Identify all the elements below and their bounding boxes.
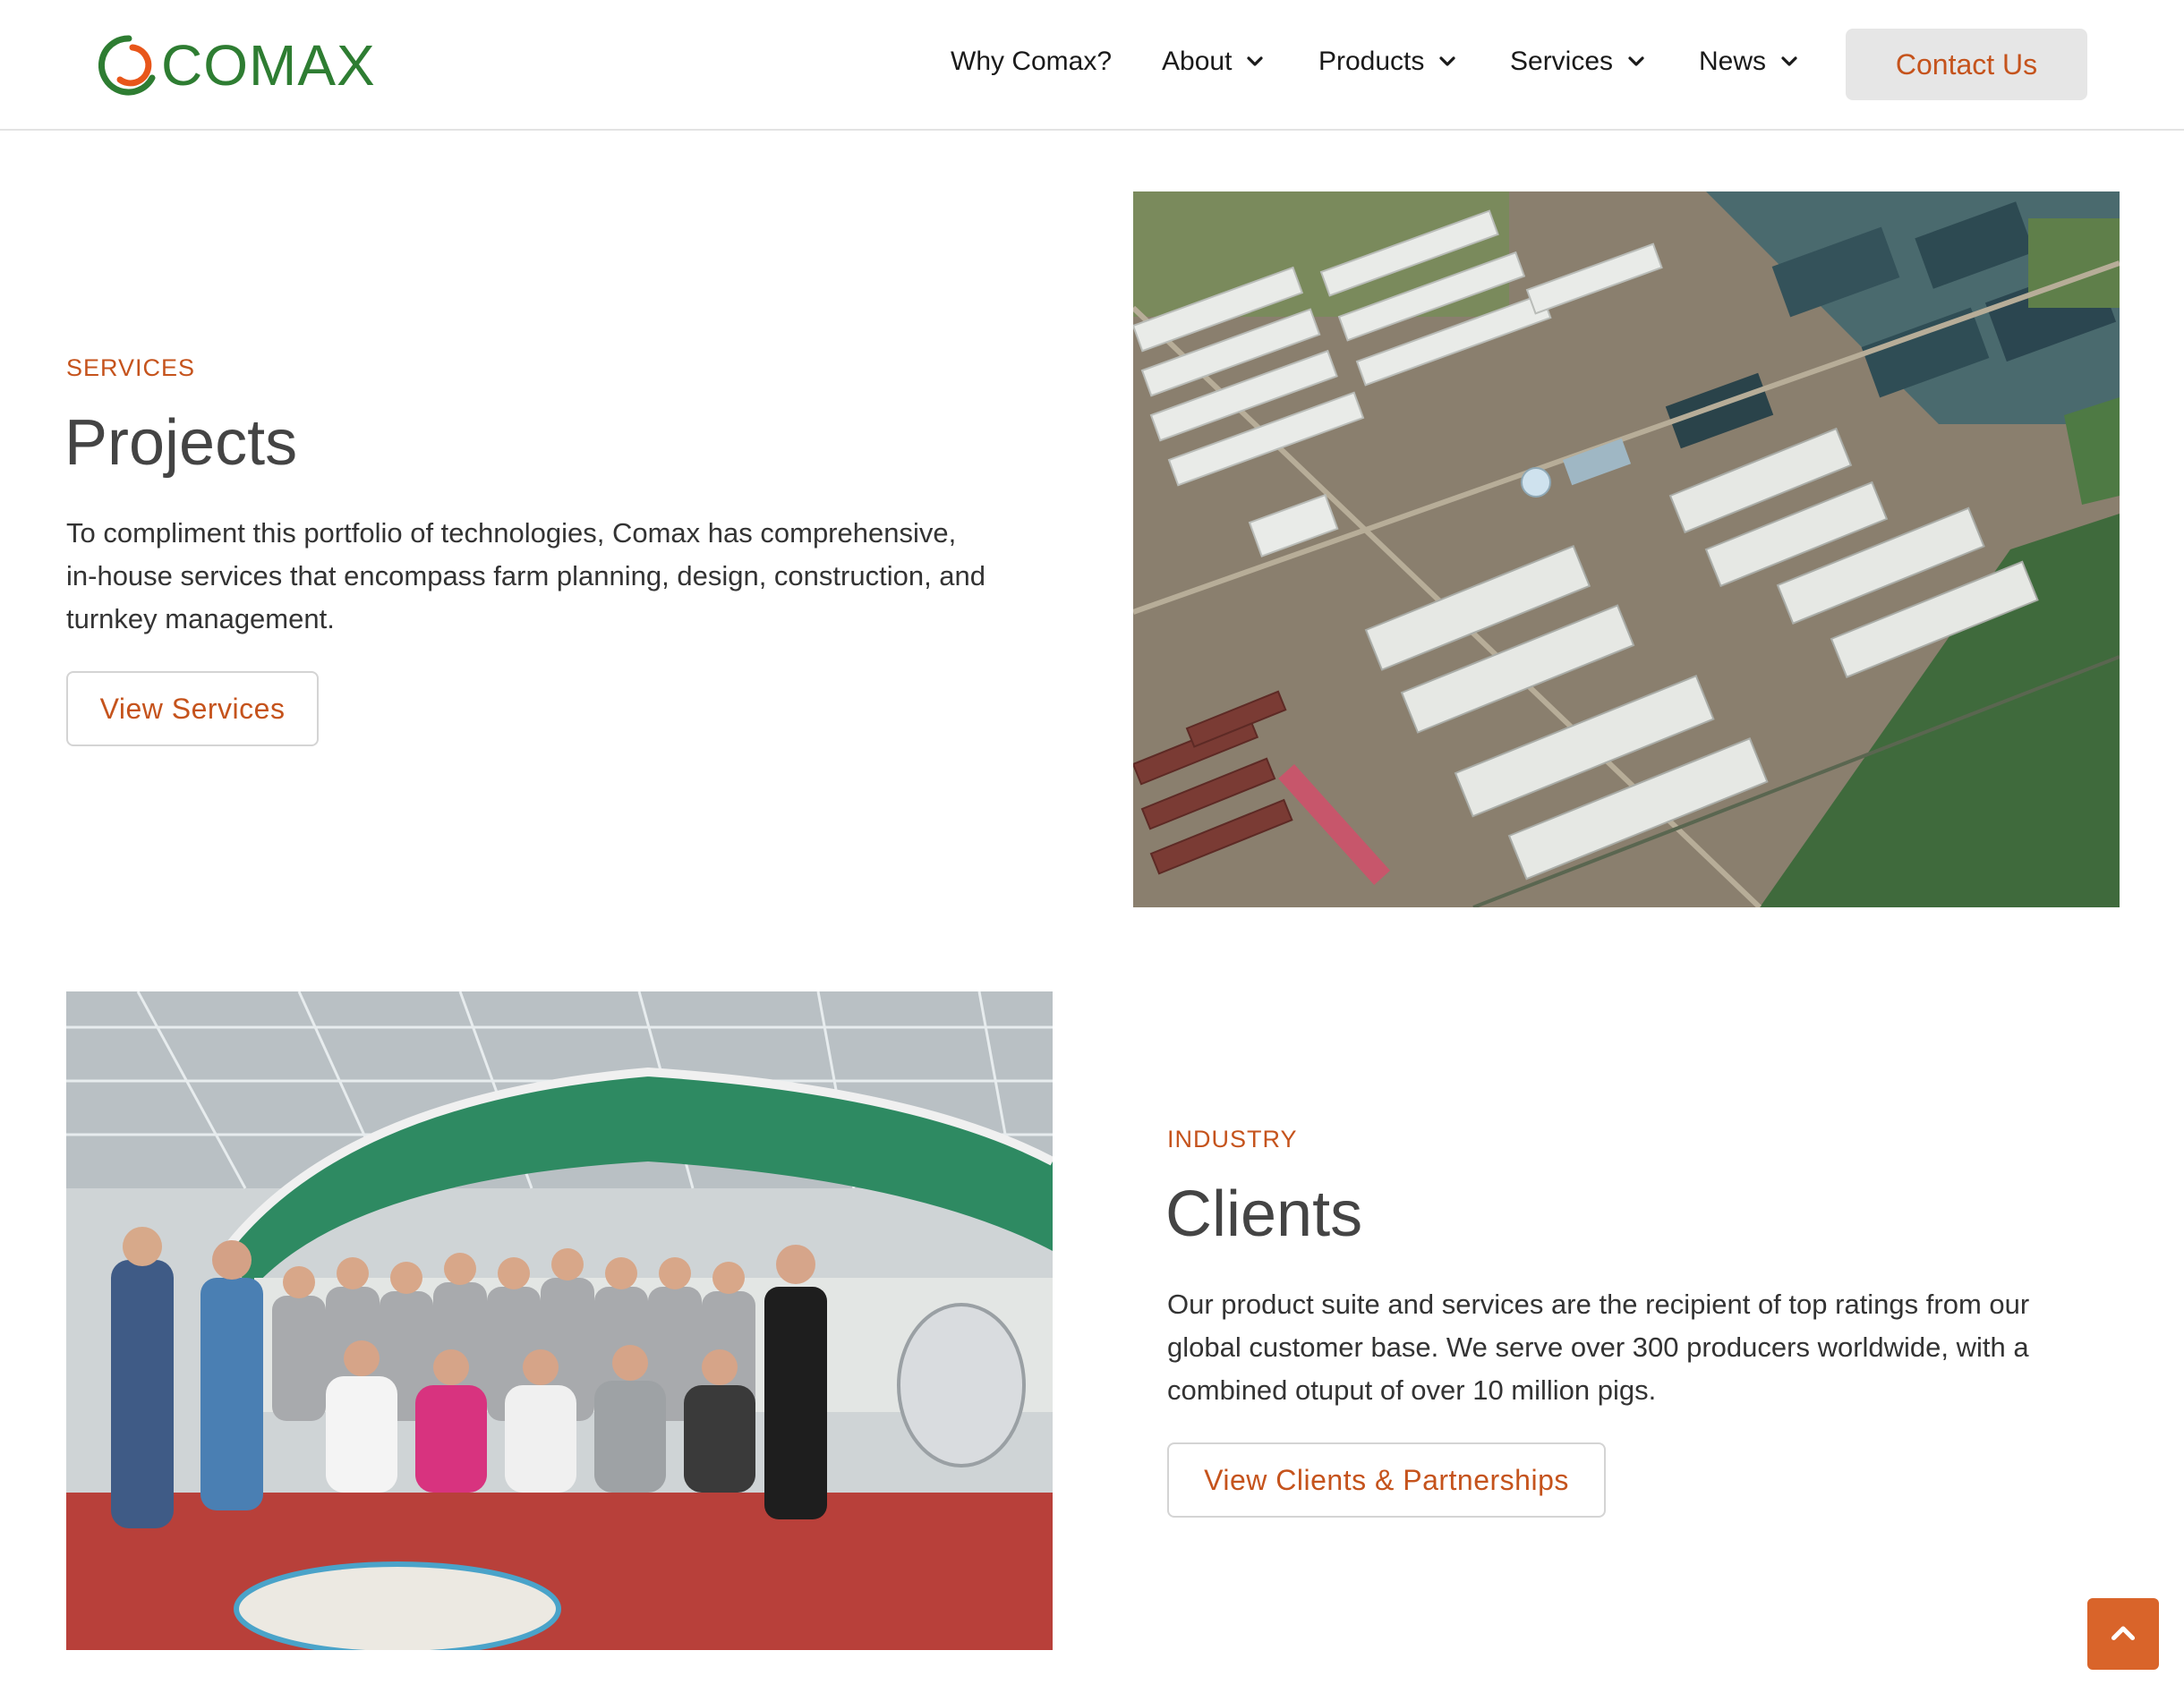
clients-description-line: global customer base. We serve over 300 … [1167, 1331, 2029, 1363]
comax-logo-mark-icon [98, 35, 156, 96]
clients-description: Our product suite and services are the r… [1167, 1283, 2152, 1412]
nav-label: Why Comax? [951, 47, 1113, 76]
logo-wordmark: COMAX [161, 33, 376, 98]
view-clients-partnerships-button[interactable]: View Clients & Partnerships [1167, 1442, 1606, 1518]
aerial-farm-photo [1133, 191, 2120, 907]
chevron-down-icon [1781, 56, 1797, 66]
projects-description-line: To compliment this portfolio of technolo… [66, 517, 957, 549]
contact-us-button[interactable]: Contact Us [1846, 29, 2087, 100]
projects-description-line: in-house services that encompass farm pl… [66, 560, 986, 591]
clients-title: Clients [1165, 1178, 1363, 1250]
scroll-to-top-button[interactable] [2087, 1598, 2159, 1670]
nav-label: News [1699, 47, 1767, 76]
projects-title: Projects [64, 407, 298, 479]
chevron-down-icon [1439, 56, 1455, 66]
nav-about[interactable]: About [1162, 47, 1266, 77]
clients-eyebrow: INDUSTRY [1167, 1126, 1298, 1153]
nav-label: Services [1510, 47, 1614, 76]
chevron-up-icon [2111, 1626, 2136, 1641]
nav-products[interactable]: Products [1318, 47, 1458, 77]
projects-description-line: turnkey management. [66, 603, 335, 634]
projects-description: To compliment this portfolio of technolo… [66, 512, 1069, 641]
nav-label: Products [1318, 47, 1425, 76]
site-header: COMAX Why Comax? About Products Services… [0, 0, 2184, 131]
comax-logo[interactable]: COMAX [98, 34, 376, 97]
view-services-button[interactable]: View Services [66, 671, 319, 746]
nav-news[interactable]: News [1699, 47, 1800, 77]
nav-label: About [1162, 47, 1233, 76]
chevron-down-icon [1247, 56, 1264, 66]
nav-why-comax[interactable]: Why Comax? [951, 47, 1112, 77]
clients-description-line: Our product suite and services are the r… [1167, 1289, 2030, 1320]
projects-eyebrow: SERVICES [66, 354, 196, 381]
nav-services[interactable]: Services [1510, 47, 1647, 77]
chevron-down-icon [1628, 56, 1644, 66]
clients-description-line: combined otuput of over 10 million pigs. [1167, 1374, 1657, 1406]
trade-show-team-photo [66, 991, 1053, 1650]
